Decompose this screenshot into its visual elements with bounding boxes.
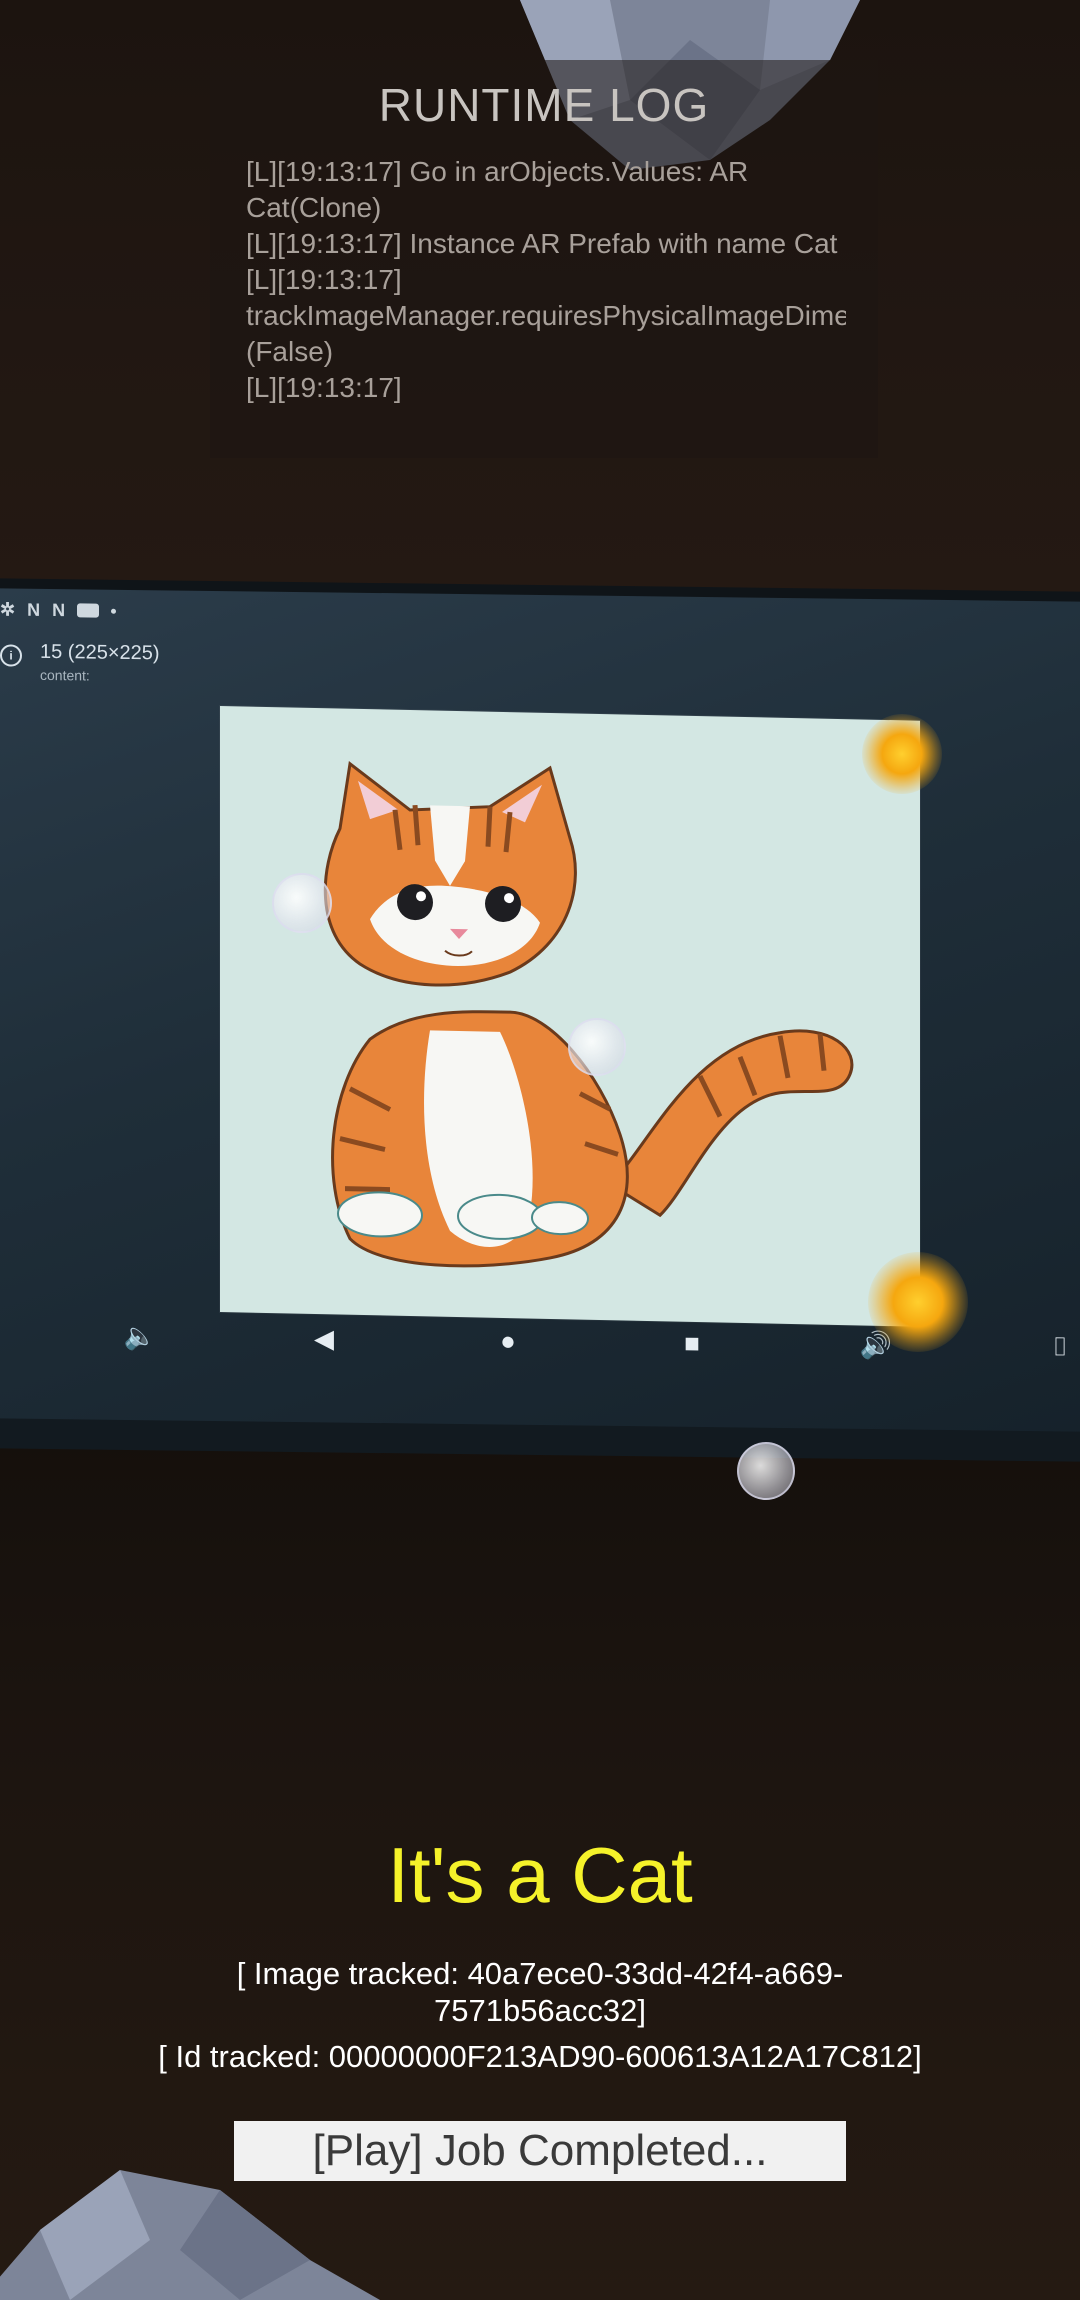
image-tracked-text: [ Image tracked: 40a7ece0-33dd-42f4-a669… (236, 1956, 844, 2028)
ar-bubble (737, 1442, 795, 1500)
recents-icon[interactable]: ■ (672, 1323, 712, 1363)
ar-crystal-bottom (0, 2170, 380, 2300)
ar-bubble (272, 873, 332, 933)
image-info-title: 15 (225×225) (40, 640, 160, 665)
log-line: [L][19:13:17] (246, 372, 402, 403)
gear-icon: ✲ (0, 598, 16, 620)
camera-icon[interactable]: ⌷ (1040, 1327, 1080, 1367)
ar-camera-view: ✲ N N i 15 (225×225) content: 🔈 ◀ ● ■ 🔊 … (0, 0, 1080, 2300)
back-icon[interactable]: ◀ (304, 1318, 344, 1358)
status-bar: ✲ N N (0, 598, 117, 621)
detected-object-label: It's a Cat (387, 1831, 693, 1919)
ar-anchor-glow-bottom-right (868, 1252, 968, 1352)
right-paw (457, 1193, 543, 1240)
runtime-log-body[interactable]: [L][19:13:17] Go in arObjects.Values: AR… (246, 154, 846, 440)
id-tracked-text: [ Id tracked: 00000000F213AD90-600613A12… (158, 2039, 922, 2074)
dot-icon (111, 608, 117, 614)
play-status-box: [Play] Job Completed... (234, 2121, 846, 2181)
volume-down-icon[interactable]: 🔈 (120, 1316, 160, 1356)
runtime-log-title: RUNTIME LOG (378, 79, 710, 131)
log-line: [L][19:13:17] Instance AR Prefab with na… (246, 228, 838, 259)
cat-tail (607, 1029, 854, 1218)
image-info-subtitle: content: (40, 666, 90, 684)
log-line: [L][19:13:17] Go in arObjects.Values: AR… (246, 156, 749, 223)
ar-anchor-glow-top-right (862, 714, 942, 794)
log-line: [L][19:13:17] trackImageManager.requires… (246, 264, 846, 367)
n-icon: N (27, 599, 41, 620)
left-paw (337, 1191, 423, 1238)
runtime-log-panel: RUNTIME LOG [L][19:13:17] Go in arObject… (210, 60, 878, 458)
back-paw (531, 1201, 589, 1236)
cat-illustration (323, 761, 854, 1268)
n-icon: N (52, 599, 66, 620)
tracked-cat-image (220, 706, 920, 1327)
home-icon[interactable]: ● (488, 1320, 528, 1360)
info-icon: i (0, 644, 22, 667)
youtube-icon (77, 603, 100, 618)
ar-bubble (568, 1018, 626, 1076)
